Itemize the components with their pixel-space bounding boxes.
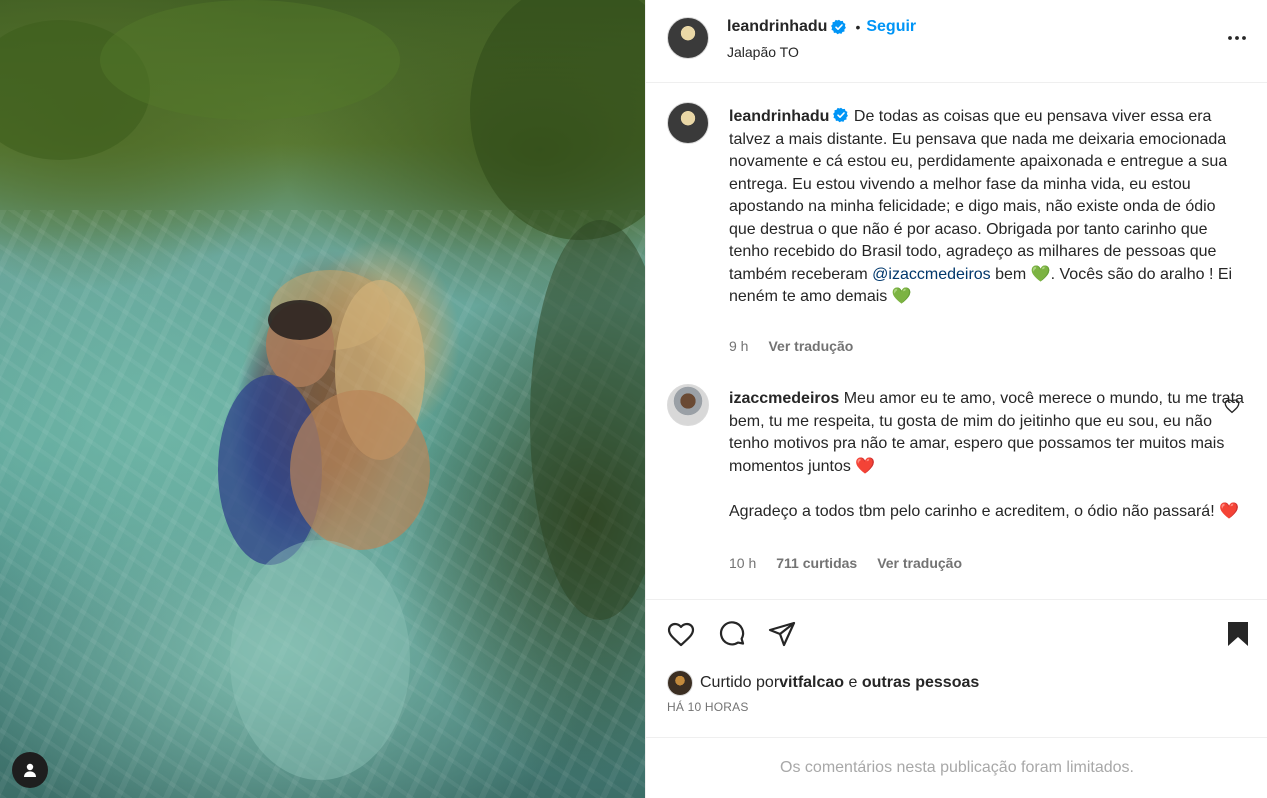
account-icon[interactable] [12, 752, 48, 788]
more-options-icon[interactable] [1226, 27, 1248, 49]
comment-avatar[interactable] [667, 384, 709, 426]
location-link[interactable]: Jalapão TO [727, 44, 799, 60]
header-user-line: leandrinhadu • Seguir [727, 18, 916, 36]
bookmark-icon[interactable] [1222, 618, 1254, 650]
comment-translate-button[interactable]: Ver tradução [877, 555, 962, 571]
liked-by-user[interactable]: vitfalcao [779, 674, 844, 692]
caption-username[interactable]: leandrinhadu [729, 108, 829, 125]
post-time[interactable]: HÁ 10 HORAS [667, 700, 749, 714]
comment-like-heart-icon[interactable] [1223, 397, 1241, 415]
avatar[interactable] [667, 670, 693, 696]
liked-by: Curtido por vitfalcao e outras pessoas [667, 670, 979, 696]
comment-body-2: Agradeço a todos tbm pelo carinho e acre… [729, 502, 1220, 520]
comments-section: leandrinhadu De todas as coisas que eu p… [646, 84, 1267, 598]
post-header: leandrinhadu • Seguir Jalapão TO [646, 0, 1267, 83]
comment-time[interactable]: 10 h [729, 555, 756, 571]
follow-button[interactable]: Seguir [866, 18, 916, 36]
heart-icon[interactable] [665, 618, 697, 650]
verified-badge-icon [833, 107, 849, 123]
red-heart-emoji: ❤️ [855, 457, 876, 475]
post-photo[interactable] [0, 0, 645, 798]
comment-likes-count[interactable]: 711 curtidas [776, 555, 857, 571]
comment-username[interactable]: izaccmedeiros [729, 390, 839, 407]
caption-avatar[interactable] [667, 102, 709, 144]
liked-by-conj: e [844, 674, 862, 691]
green-heart-emoji: 💚 [891, 288, 912, 305]
red-heart-emoji: ❤️ [1219, 502, 1239, 520]
caption-translate-button[interactable]: Ver tradução [768, 338, 853, 354]
caption-text: leandrinhadu De todas as coisas que eu p… [729, 106, 1244, 309]
verified-badge-icon [831, 19, 847, 35]
comment-text: izaccmedeiros Meu amor eu te amo, você m… [729, 388, 1244, 523]
comment-icon[interactable] [716, 618, 748, 650]
green-heart-emoji: 💚 [1030, 265, 1051, 283]
mention-link[interactable]: @izaccmedeiros [872, 266, 991, 283]
post-details-panel: leandrinhadu • Seguir Jalapão TO leandri… [645, 0, 1267, 798]
comments-limited-notice: Os comentários nesta publicação foram li… [646, 737, 1267, 798]
separator-dot: • [855, 19, 861, 35]
liked-by-others[interactable]: outras pessoas [862, 674, 979, 692]
photo-foliage [0, 0, 645, 780]
liked-by-prefix: Curtido por [700, 674, 780, 691]
caption-meta: 9 h Ver tradução [729, 338, 853, 354]
avatar[interactable] [667, 17, 709, 59]
header-username[interactable]: leandrinhadu [727, 18, 827, 36]
post-actions: Curtido por vitfalcao e outras pessoas H… [646, 599, 1267, 737]
caption-body-1: De todas as coisas que eu pensava viver … [729, 108, 1228, 283]
share-icon[interactable] [766, 618, 798, 650]
caption-body-2: bem [990, 265, 1031, 283]
comment-meta: 10 h 711 curtidas Ver tradução [729, 555, 962, 571]
caption-time[interactable]: 9 h [729, 338, 748, 354]
